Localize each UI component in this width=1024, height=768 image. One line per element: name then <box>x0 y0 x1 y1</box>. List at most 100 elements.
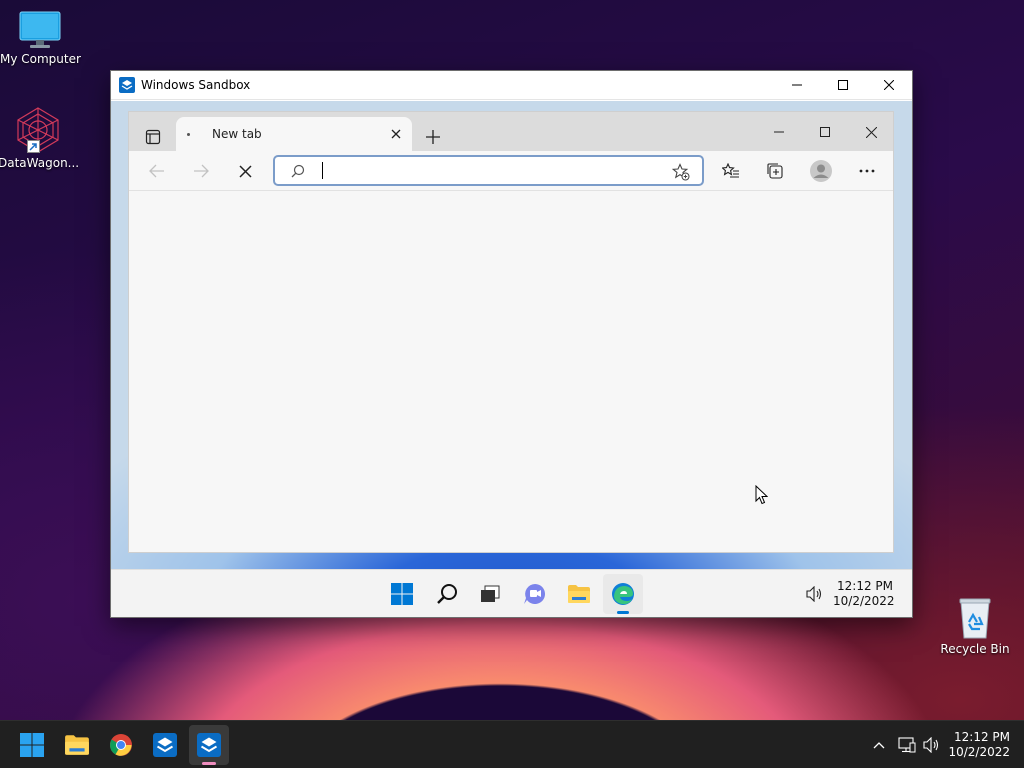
sandbox-file-explorer-button[interactable] <box>559 574 599 614</box>
desktop-icon-label: DataWagon... <box>0 156 80 170</box>
collections-icon <box>767 163 783 179</box>
back-button[interactable] <box>143 157 171 185</box>
sandbox-volume-button[interactable] <box>801 582 829 606</box>
tab-title: New tab <box>212 127 262 141</box>
active-indicator <box>617 611 629 614</box>
file-explorer-button[interactable] <box>57 725 97 765</box>
sandbox-desktop: New tab <box>111 101 912 569</box>
minimize-button[interactable] <box>774 71 820 99</box>
tab-new-tab[interactable]: New tab <box>176 117 412 151</box>
plus-icon <box>426 130 440 144</box>
sandbox-taskbar: 12:12 PM 10/2/2022 <box>111 569 912 617</box>
chevron-up-icon <box>873 742 885 749</box>
sandbox-chat-button[interactable] <box>515 574 555 614</box>
sandbox-time: 12:12 PM <box>837 579 893 593</box>
edge-icon <box>612 583 634 605</box>
minimize-icon <box>792 84 802 86</box>
sandbox-search-button[interactable] <box>427 574 467 614</box>
maximize-button[interactable] <box>820 71 866 99</box>
browser-minimize-button[interactable] <box>765 118 793 146</box>
tab-actions-button[interactable] <box>139 123 167 151</box>
sandbox-edge-button[interactable] <box>603 574 643 614</box>
add-favorite-icon <box>672 163 690 181</box>
sandbox-icon <box>153 733 177 757</box>
edge-browser-window: New tab <box>128 111 894 553</box>
tab-bar: New tab <box>129 112 893 151</box>
sandbox-start-button[interactable] <box>382 574 422 614</box>
desktop-icon-my-computer[interactable]: My Computer <box>0 10 81 66</box>
desktop-icon-label: Recycle Bin <box>940 642 1010 656</box>
desktop-icon-label: My Computer <box>0 52 81 66</box>
text-caret <box>322 162 323 179</box>
forward-button[interactable] <box>187 157 215 185</box>
network-button[interactable] <box>896 734 918 756</box>
volume-icon <box>806 586 822 602</box>
close-button[interactable] <box>866 71 912 99</box>
new-tab-button[interactable] <box>419 123 447 151</box>
more-dots-icon <box>859 169 875 173</box>
address-bar[interactable] <box>273 155 704 186</box>
back-arrow-icon <box>149 164 164 178</box>
desktop-icon-recycle-bin[interactable]: Recycle Bin <box>935 596 1015 656</box>
browser-toolbar <box>129 151 893 191</box>
stop-loading-button[interactable] <box>231 157 259 185</box>
tab-actions-icon <box>145 129 161 145</box>
active-indicator <box>202 762 216 765</box>
cursor-arrow-icon <box>755 484 769 505</box>
datawagon-icon <box>13 106 63 154</box>
host-date: 10/2/2022 <box>948 745 1010 759</box>
file-explorer-icon <box>568 585 590 603</box>
maximize-icon <box>838 80 848 90</box>
volume-icon <box>923 737 939 753</box>
search-icon <box>291 164 305 178</box>
maximize-icon <box>820 127 830 137</box>
host-clock[interactable]: 12:12 PM 10/2/2022 <box>948 730 1010 760</box>
profile-button[interactable] <box>807 157 835 185</box>
close-icon <box>884 80 894 90</box>
forward-arrow-icon <box>194 164 209 178</box>
browser-close-button[interactable] <box>857 118 885 146</box>
sandbox-title-bar[interactable]: Windows Sandbox <box>111 71 912 100</box>
desktop-icon-datawagon[interactable]: DataWagon... <box>0 106 80 170</box>
host-time: 12:12 PM <box>954 730 1010 744</box>
close-icon <box>391 129 401 139</box>
sandbox-icon <box>119 77 135 93</box>
chrome-icon <box>110 734 132 756</box>
monitor-icon <box>18 10 62 50</box>
avatar-icon <box>810 160 832 182</box>
close-icon <box>238 164 252 178</box>
sandbox-task-view-button[interactable] <box>470 574 510 614</box>
teams-chat-icon <box>524 584 545 604</box>
address-input[interactable] <box>319 161 659 181</box>
shortcut-arrow-icon <box>27 140 40 153</box>
file-explorer-icon <box>65 735 89 755</box>
sandbox-clock[interactable]: 12:12 PM 10/2/2022 <box>833 579 895 609</box>
task-view-icon <box>481 585 500 602</box>
sandbox-taskbar-button[interactable] <box>145 725 185 765</box>
mouse-cursor <box>755 484 769 508</box>
close-tab-button[interactable] <box>388 126 404 142</box>
start-button[interactable] <box>12 725 52 765</box>
page-content[interactable] <box>129 192 893 552</box>
collections-button[interactable] <box>761 157 789 185</box>
sandbox-active-button[interactable] <box>189 725 229 765</box>
network-icon <box>898 737 916 753</box>
windows-sandbox-window: Windows Sandbox New tab 12:12 PM 10/2/20… <box>110 70 913 618</box>
chrome-button[interactable] <box>101 725 141 765</box>
volume-button[interactable] <box>920 734 944 756</box>
window-title: Windows Sandbox <box>141 78 251 92</box>
favorites-icon <box>722 163 739 178</box>
search-icon <box>437 584 457 604</box>
loading-dot-icon <box>187 132 190 136</box>
host-taskbar: 12:12 PM 10/2/2022 <box>0 720 1024 768</box>
browser-maximize-button[interactable] <box>811 118 839 146</box>
close-icon <box>865 126 877 138</box>
minimize-icon <box>774 131 784 133</box>
settings-more-button[interactable] <box>853 157 881 185</box>
windows-start-icon <box>20 733 44 757</box>
favorites-button[interactable] <box>717 157 745 185</box>
sandbox-date: 10/2/2022 <box>833 594 895 608</box>
show-hidden-icons-button[interactable] <box>868 735 890 755</box>
sandbox-active-icon <box>197 733 221 757</box>
recycle-bin-icon <box>955 596 995 640</box>
